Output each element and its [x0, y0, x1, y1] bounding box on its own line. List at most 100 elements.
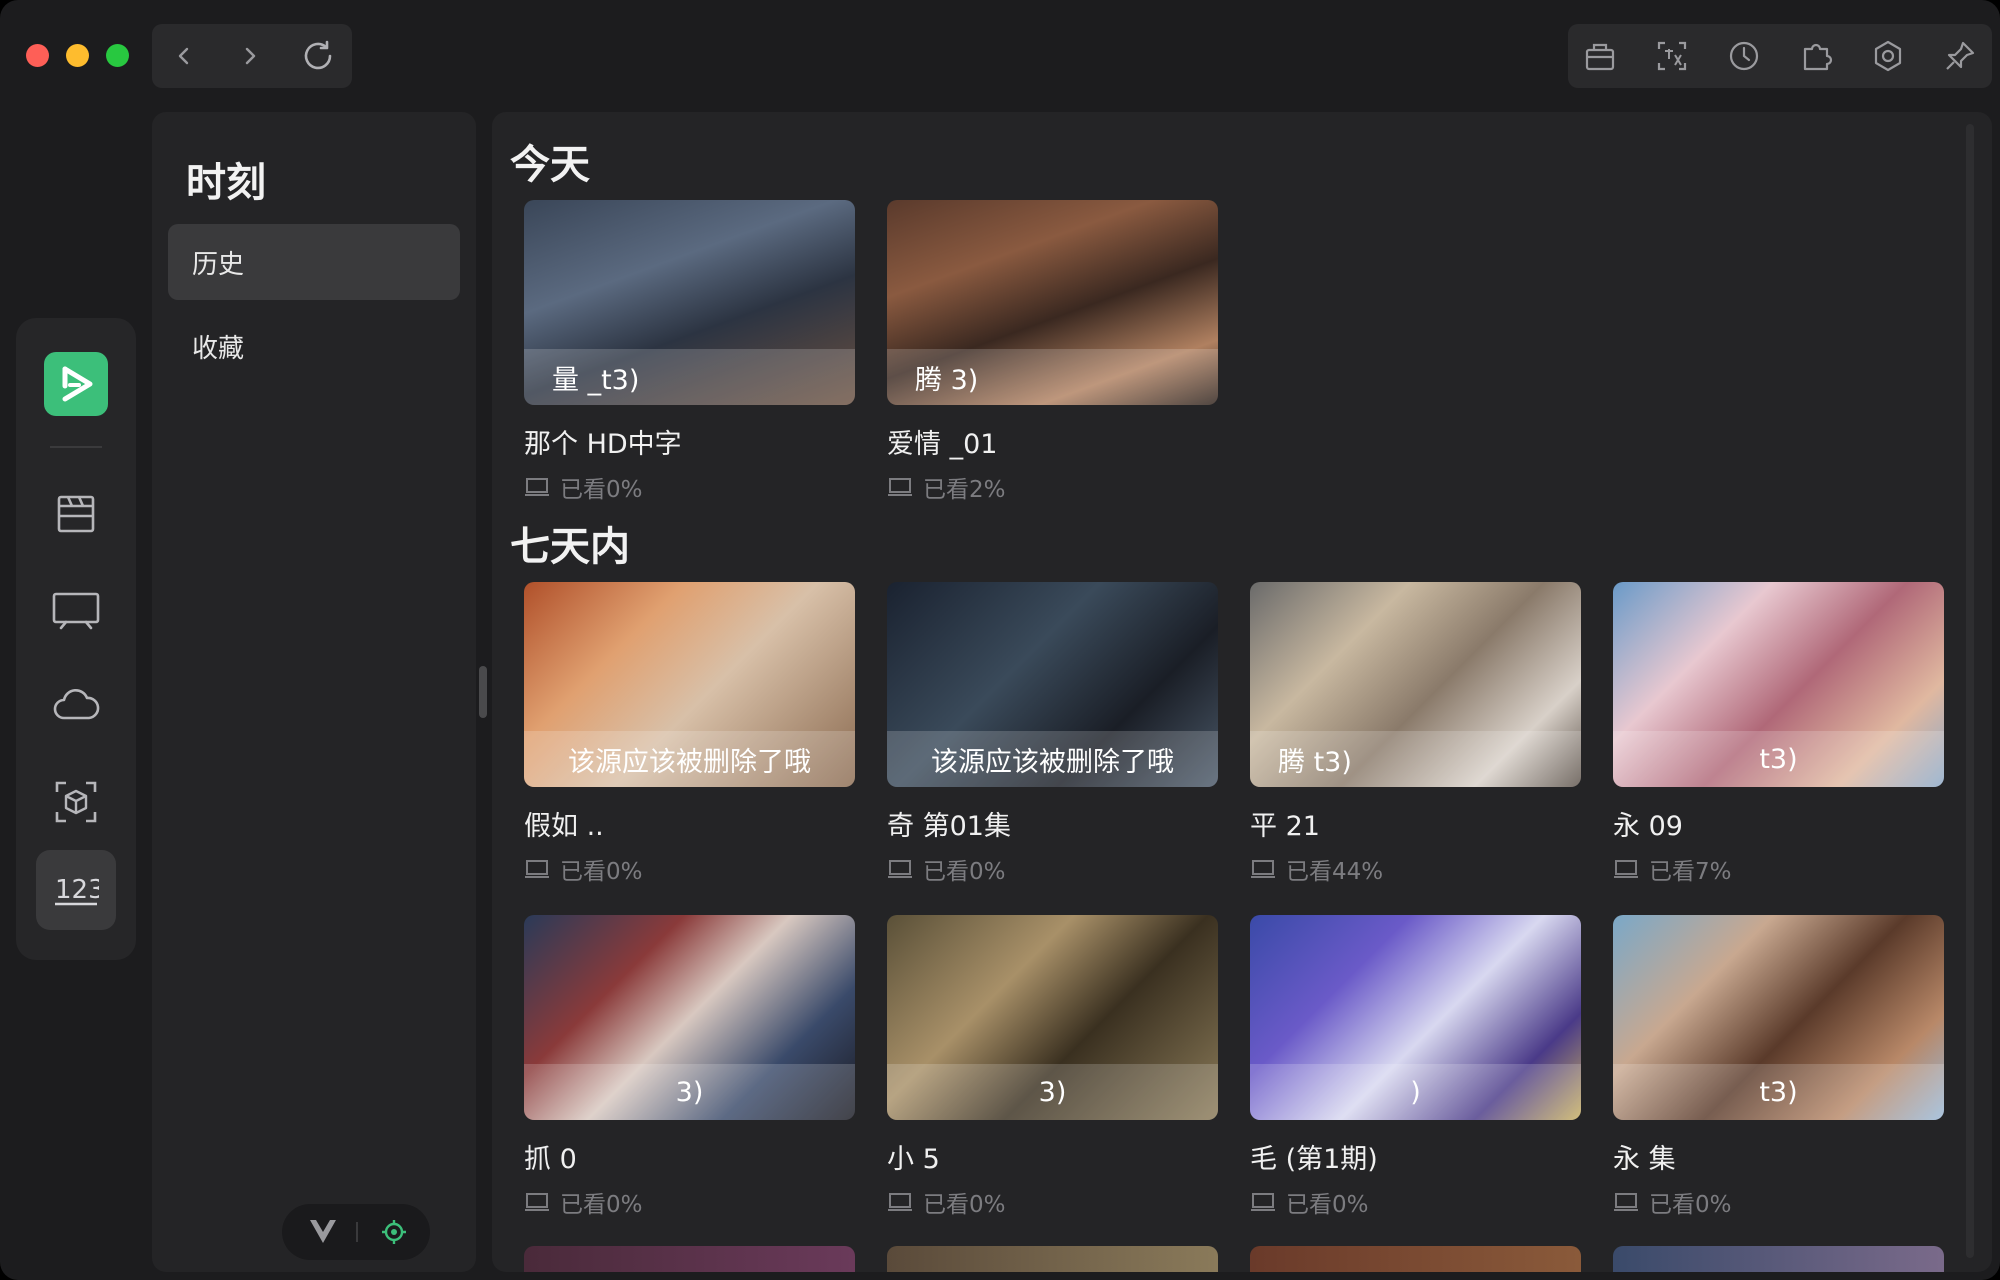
reload-icon	[304, 40, 332, 70]
menu-item-favorites[interactable]: 收藏	[168, 308, 460, 384]
close-window-button[interactable]	[26, 44, 49, 67]
laptop-icon	[525, 860, 549, 878]
side-panel: 时刻 历史 收藏	[152, 112, 476, 1272]
laptop-icon	[525, 478, 549, 496]
app-window: 123 时刻 历史 收藏 今天 量 _t3) 那个 HD中字 已看0% 腾 3)…	[0, 0, 2000, 1280]
toolbar-group	[1568, 24, 1992, 88]
status-pill	[282, 1204, 430, 1260]
puzzle-icon	[1803, 43, 1833, 71]
watch-progress: 已看0%	[524, 1185, 643, 1219]
rail-item-123[interactable]: 123	[36, 850, 116, 930]
media-card[interactable]: 3) 小 5 已看0%	[887, 915, 1218, 1218]
laptop-icon	[888, 478, 912, 496]
thumbnail-caption: 该源应该被删除了哦	[524, 731, 855, 787]
history-content: 今天 量 _t3) 那个 HD中字 已看0% 腾 3) 爱情 _01 已看2% …	[492, 112, 1992, 1272]
thumbnail-caption: 量 _t3)	[524, 349, 855, 405]
svg-text:123: 123	[55, 875, 99, 905]
media-title: 小 5	[887, 1144, 940, 1175]
tv-icon	[52, 592, 100, 630]
media-card[interactable]: 该源应该被删除了哦 假如 .. 已看0%	[524, 582, 855, 885]
section-title-week: 七天内	[510, 524, 630, 570]
media-card[interactable]: 腾 t3) 平 21 已看44%	[1250, 582, 1581, 885]
pill-divider	[356, 1222, 358, 1242]
progress-label: 已看0%	[560, 477, 643, 503]
media-thumbnail: 3)	[887, 915, 1218, 1120]
media-card-partial[interactable]	[1613, 1246, 1944, 1272]
history-icon	[1729, 41, 1759, 71]
media-thumbnail: 量 _t3)	[524, 200, 855, 405]
media-card[interactable]: 量 _t3) 那个 HD中字 已看0%	[524, 200, 855, 503]
laptop-icon	[1614, 1193, 1638, 1211]
scan-translate-button[interactable]	[1652, 36, 1692, 76]
panel-resize-handle[interactable]	[479, 666, 487, 718]
laptop-icon	[1251, 860, 1275, 878]
panel-title: 时刻	[186, 160, 266, 206]
media-title: 永 09	[1613, 811, 1683, 842]
progress-label: 已看0%	[560, 1192, 643, 1218]
rail-item-3d[interactable]	[36, 762, 116, 842]
watch-progress: 已看0%	[524, 470, 643, 504]
media-thumbnail: 腾 t3)	[1250, 582, 1581, 787]
settings-button[interactable]	[1868, 36, 1908, 76]
media-card[interactable]: t3) 永 09 已看7%	[1613, 582, 1944, 885]
progress-label: 已看44%	[1286, 859, 1384, 885]
gift-icon	[1585, 43, 1615, 71]
media-title: 奇 第01集	[887, 811, 1011, 842]
minimize-window-button[interactable]	[66, 44, 89, 67]
history-button[interactable]	[1724, 36, 1764, 76]
watch-progress: 已看0%	[524, 852, 643, 886]
media-card[interactable]: 腾 3) 爱情 _01 已看2%	[887, 200, 1218, 503]
target-button[interactable]	[380, 1218, 408, 1250]
watch-progress: 已看0%	[887, 1185, 1006, 1219]
scan-translate-icon	[1657, 41, 1687, 71]
media-card-partial[interactable]	[1250, 1246, 1581, 1272]
thumbnail-caption: 腾 3)	[887, 349, 1218, 405]
media-card[interactable]: 3) 抓 0 已看0%	[524, 915, 855, 1218]
rail-divider	[50, 446, 102, 448]
reload-button[interactable]	[298, 36, 338, 76]
menu-item-label: 历史	[192, 249, 245, 280]
zoom-window-button[interactable]	[106, 44, 129, 67]
thumbnail-caption: t3)	[1613, 731, 1944, 787]
progress-label: 已看0%	[923, 859, 1006, 885]
chevron-left-icon	[178, 47, 189, 65]
thumbnail-caption: )	[1250, 1064, 1581, 1120]
thumbnail-caption: 腾 t3)	[1250, 731, 1581, 787]
media-thumbnail: 该源应该被删除了哦	[524, 582, 855, 787]
cloud-icon	[53, 688, 100, 720]
back-button[interactable]	[164, 36, 204, 76]
media-card[interactable]: ) 毛 (第1期) 已看0%	[1250, 915, 1581, 1218]
media-thumbnail: 3)	[524, 915, 855, 1120]
media-card[interactable]: t3) 永 集 已看0%	[1613, 915, 1944, 1218]
media-card-partial[interactable]	[524, 1246, 855, 1272]
number-123-icon: 123	[55, 875, 99, 906]
cube-scan-icon	[55, 781, 97, 823]
rail-item-tv[interactable]	[36, 570, 116, 650]
vue-button[interactable]	[308, 1216, 338, 1250]
menu-item-history[interactable]: 历史	[168, 224, 460, 300]
pin-button[interactable]	[1940, 36, 1980, 76]
thumbnail-caption: 3)	[524, 1064, 855, 1120]
watch-progress: 已看0%	[1613, 1185, 1732, 1219]
media-thumbnail: )	[1250, 915, 1581, 1120]
thumbnail-caption: t3)	[1613, 1064, 1944, 1120]
media-card[interactable]: 该源应该被删除了哦 奇 第01集 已看0%	[887, 582, 1218, 885]
content-scrollbar[interactable]	[1966, 124, 1974, 1258]
rail-item-movies[interactable]	[36, 474, 116, 554]
thumbnail-caption: 3)	[887, 1064, 1218, 1120]
progress-label: 已看2%	[923, 477, 1006, 503]
media-title: 抓 0	[524, 1144, 577, 1175]
media-title: 平 21	[1250, 811, 1320, 842]
extensions-button[interactable]	[1796, 36, 1836, 76]
laptop-icon	[888, 860, 912, 878]
media-card-partial[interactable]	[887, 1246, 1218, 1272]
app-logo[interactable]	[44, 352, 108, 416]
gift-button[interactable]	[1580, 36, 1620, 76]
forward-button[interactable]	[230, 36, 270, 76]
media-title: 假如 ..	[524, 811, 604, 842]
menu-item-label: 收藏	[192, 333, 245, 364]
media-thumbnail: 该源应该被删除了哦	[887, 582, 1218, 787]
crosshair-icon	[382, 1220, 406, 1244]
rail-item-cloud[interactable]	[36, 666, 116, 746]
laptop-icon	[1251, 1193, 1275, 1211]
